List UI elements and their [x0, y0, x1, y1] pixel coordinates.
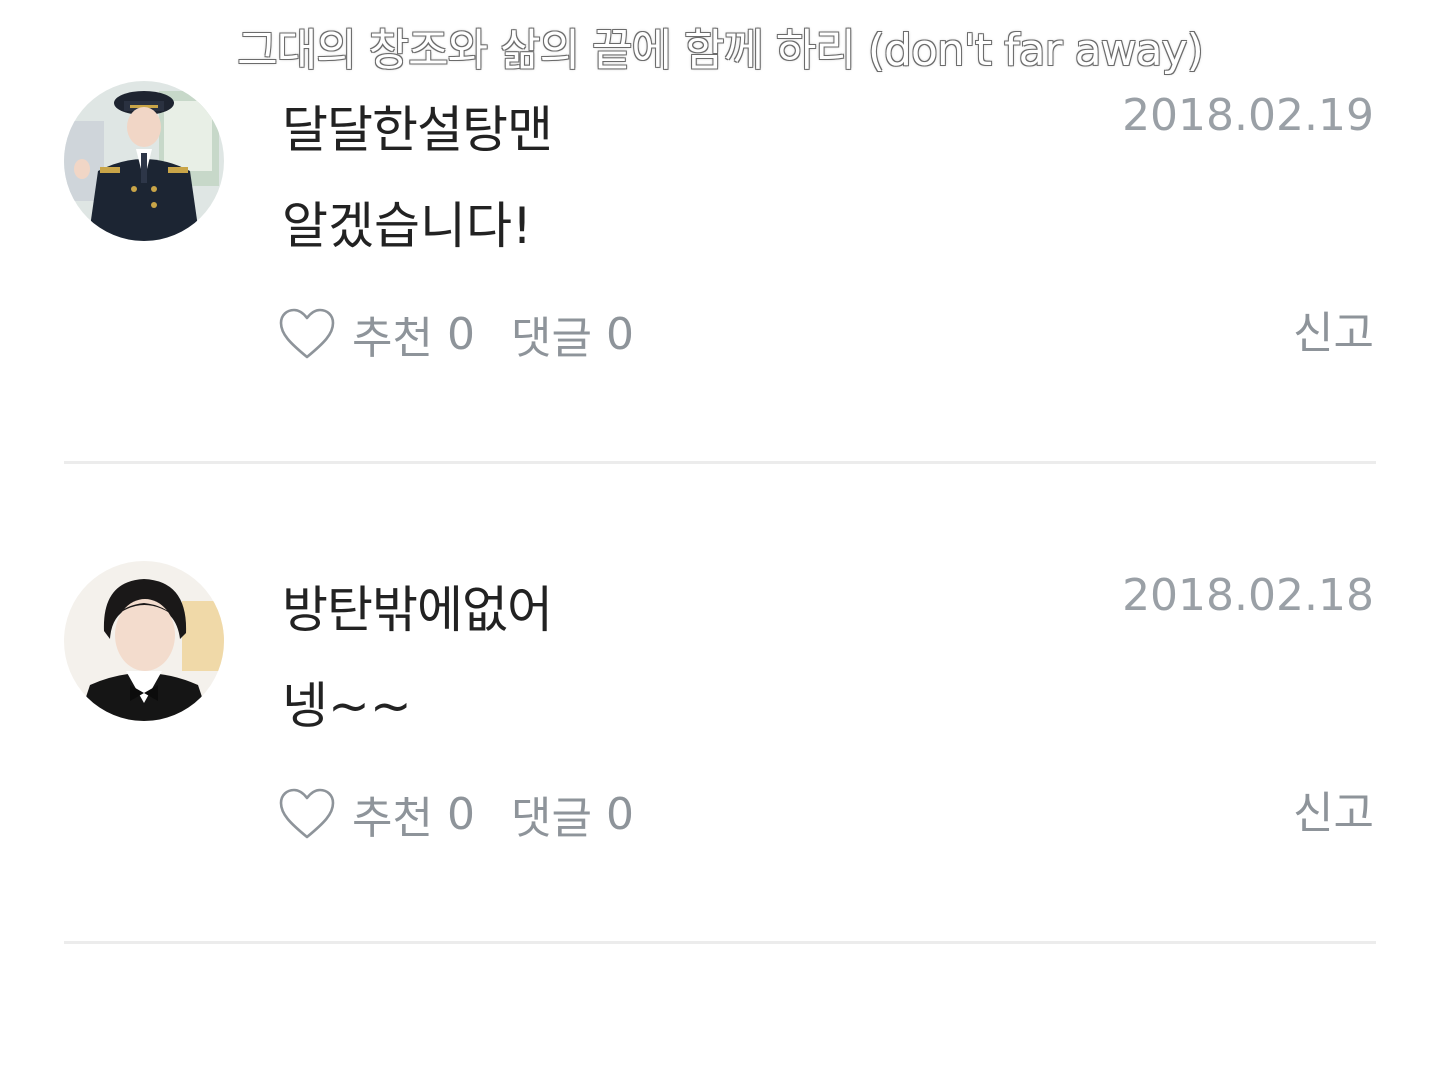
report-button[interactable]: 신고 [1293, 304, 1374, 364]
like-label[interactable]: 추천 [352, 782, 433, 846]
avatar[interactable] [64, 81, 224, 241]
like-count: 0 [446, 788, 475, 840]
avatar[interactable] [64, 561, 224, 721]
reply-button[interactable]: 댓글 0 [511, 302, 634, 366]
divider [64, 941, 1376, 944]
comment-item: 방탄밖에없어 2018.02.18 넹~~ 추천 0 댓글 0 신고 [0, 558, 1440, 958]
report-button[interactable]: 신고 [1293, 784, 1374, 844]
comment-username[interactable]: 방탄밖에없어 [282, 570, 553, 642]
reply-label[interactable]: 댓글 [511, 302, 592, 366]
divider [64, 461, 1376, 464]
reply-count: 0 [605, 788, 634, 840]
comment-date: 2018.02.18 [1122, 570, 1374, 621]
heart-icon[interactable] [278, 307, 336, 361]
comment-text: 넹~~ [282, 677, 412, 735]
comment-item: 달달한설탕맨 2018.02.19 알겠습니다! 추천 0 댓글 0 신고 [0, 78, 1440, 478]
comment-text: 알겠습니다! [282, 197, 533, 255]
reply-count: 0 [605, 308, 634, 360]
reply-button[interactable]: 댓글 0 [511, 782, 634, 846]
comment-page: 그대의 창조와 삶의 끝에 함께 하리 (don't far away) 달달한… [0, 0, 1440, 1080]
comment-actions: 추천 0 댓글 0 [278, 784, 634, 844]
like-count: 0 [446, 308, 475, 360]
like-label[interactable]: 추천 [352, 302, 433, 366]
page-title: 그대의 창조와 삶의 끝에 함께 하리 (don't far away) [237, 25, 1204, 76]
comment-actions: 추천 0 댓글 0 [278, 304, 634, 364]
comment-date: 2018.02.19 [1122, 90, 1374, 141]
heart-icon[interactable] [278, 787, 336, 841]
comment-username[interactable]: 달달한설탕맨 [282, 90, 553, 162]
reply-label[interactable]: 댓글 [511, 782, 592, 846]
